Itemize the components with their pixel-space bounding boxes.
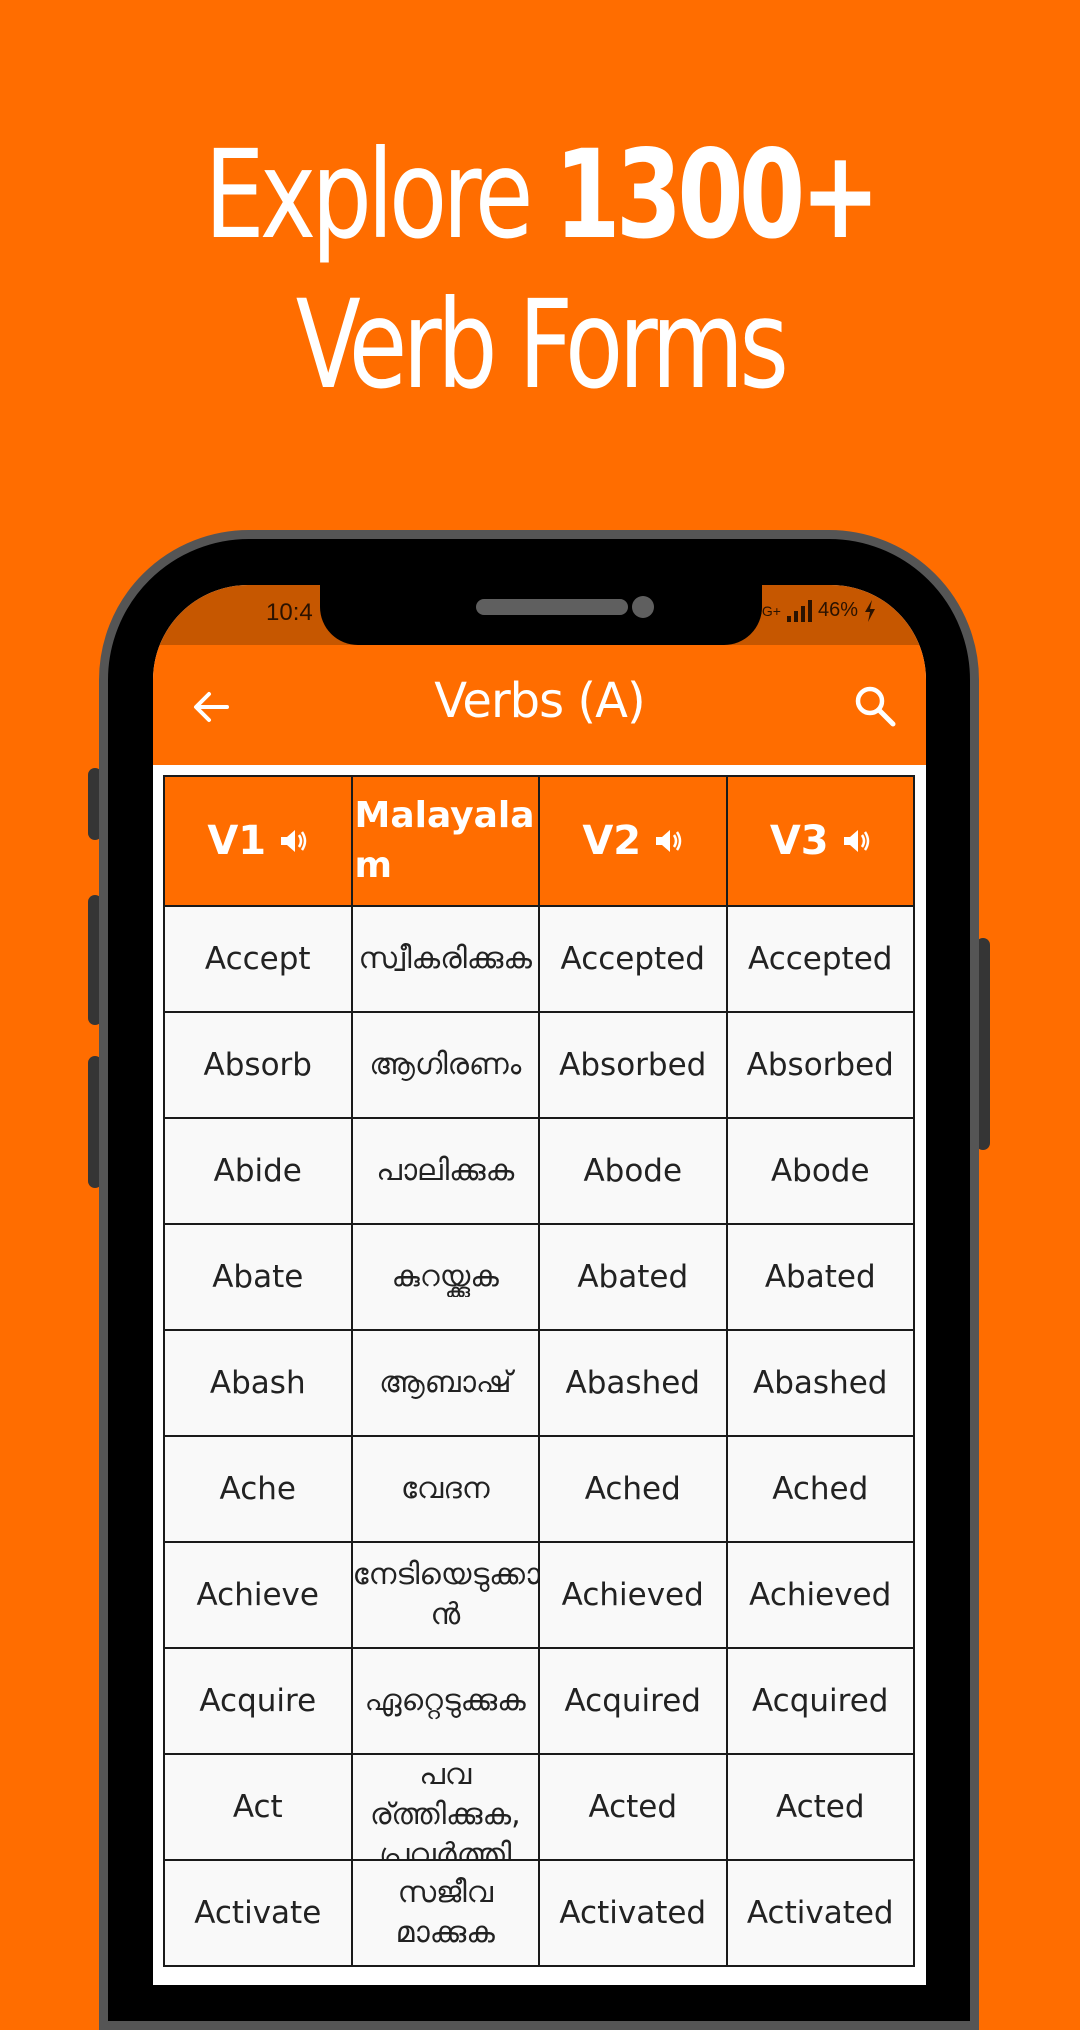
cell-malayalam[interactable]: വേദന xyxy=(350,1435,540,1543)
headline-count: 1300+ xyxy=(554,124,880,266)
table-row[interactable]: Act പവര്ത്തിക്കുക, പ്രവർത്തി Acted Acted xyxy=(163,1753,915,1861)
cell-v1[interactable]: Abash xyxy=(163,1329,353,1437)
headline-line-2: Verb Forms xyxy=(295,274,789,416)
cell-v2[interactable]: Acquired xyxy=(538,1647,728,1755)
table-row[interactable]: Activate സജീവമാക്കുക Activated Activated xyxy=(163,1859,915,1967)
earpiece-speaker xyxy=(476,599,628,615)
cell-v1[interactable]: Ache xyxy=(163,1435,353,1543)
cell-v2[interactable]: Achieved xyxy=(538,1541,728,1649)
search-icon[interactable] xyxy=(852,683,898,729)
header-v1[interactable]: V1 xyxy=(163,775,353,907)
cell-v2[interactable]: Accepted xyxy=(538,905,728,1013)
table-row[interactable]: Abash ആബാഷ് Abashed Abashed xyxy=(163,1329,915,1437)
cell-v3[interactable]: Activated xyxy=(725,1859,915,1967)
header-v3[interactable]: V3 xyxy=(725,775,915,907)
cell-v2[interactable]: Abated xyxy=(538,1223,728,1331)
cell-v3[interactable]: Acted xyxy=(725,1753,915,1861)
table-row[interactable]: Abate കുറയ്ക്കുക Abated Abated xyxy=(163,1223,915,1331)
cell-malayalam[interactable]: ആബാഷ് xyxy=(350,1329,540,1437)
phone-screen: 10:4 4G+ 46% Verbs (A) V1 Malayalam V2 V… xyxy=(153,585,926,1985)
cell-malayalam[interactable]: ആഗിരണം xyxy=(350,1011,540,1119)
cell-malayalam[interactable]: പവര്ത്തിക്കുക, പ്രവർത്തി xyxy=(350,1753,540,1861)
cell-v1[interactable]: Abate xyxy=(163,1223,353,1331)
speaker-icon[interactable] xyxy=(653,826,683,856)
cell-v1[interactable]: Activate xyxy=(163,1859,353,1967)
cell-v3[interactable]: Absorbed xyxy=(725,1011,915,1119)
header-v2[interactable]: V2 xyxy=(538,775,728,907)
table-header-row: V1 Malayalam V2 V3 xyxy=(163,775,915,907)
cell-malayalam[interactable]: സ്വീകരിക്കുക xyxy=(350,905,540,1013)
cell-v3[interactable]: Abated xyxy=(725,1223,915,1331)
table-row[interactable]: Absorb ആഗിരണം Absorbed Absorbed xyxy=(163,1011,915,1119)
cell-v3[interactable]: Achieved xyxy=(725,1541,915,1649)
cell-v3[interactable]: Accepted xyxy=(725,905,915,1013)
cell-v1[interactable]: Act xyxy=(163,1753,353,1861)
cell-v2[interactable]: Acted xyxy=(538,1753,728,1861)
charging-bolt-icon xyxy=(865,599,875,622)
phone-notch xyxy=(320,585,762,645)
cell-malayalam[interactable]: നേടിയെടുക്കാൻ xyxy=(350,1541,540,1649)
cell-v2[interactable]: Absorbed xyxy=(538,1011,728,1119)
promo-headline: Explore 1300+ Verb Forms xyxy=(119,120,961,420)
cell-v1[interactable]: Abide xyxy=(163,1117,353,1225)
headline-line-1: Explore 1300+ xyxy=(204,124,880,266)
app-bar: Verbs (A) xyxy=(153,645,926,765)
cell-v2[interactable]: Activated xyxy=(538,1859,728,1967)
table-row[interactable]: Ache വേദന Ached Ached xyxy=(163,1435,915,1543)
verb-table: V1 Malayalam V2 V3 Accept സ്വീകരിക്കുക Acc… xyxy=(163,775,915,1967)
battery-percent: 46% xyxy=(817,599,858,621)
speaker-icon[interactable] xyxy=(278,826,308,856)
cell-v2[interactable]: Abashed xyxy=(538,1329,728,1437)
cell-malayalam[interactable]: ഏറ്റെടുക്കുക xyxy=(350,1647,540,1755)
cell-v1[interactable]: Acquire xyxy=(163,1647,353,1755)
cell-v3[interactable]: Ached xyxy=(725,1435,915,1543)
front-camera xyxy=(632,596,654,618)
cell-v1[interactable]: Accept xyxy=(163,905,353,1013)
header-malayalam: Malayalam xyxy=(350,775,540,907)
table-row[interactable]: Accept സ്വീകരിക്കുക Accepted Accepted xyxy=(163,905,915,1013)
cell-v3[interactable]: Abashed xyxy=(725,1329,915,1437)
table-row[interactable]: Achieve നേടിയെടുക്കാൻ Achieved Achieved xyxy=(163,1541,915,1649)
cell-v2[interactable]: Abode xyxy=(538,1117,728,1225)
cell-v3[interactable]: Abode xyxy=(725,1117,915,1225)
cell-v3[interactable]: Acquired xyxy=(725,1647,915,1755)
status-icons: 4G+ 46% xyxy=(754,599,876,622)
cell-malayalam[interactable]: കുറയ്ക്കുക xyxy=(350,1223,540,1331)
table-row[interactable]: Abide പാലിക്കുക Abode Abode xyxy=(163,1117,915,1225)
cell-v1[interactable]: Achieve xyxy=(163,1541,353,1649)
cell-v2[interactable]: Ached xyxy=(538,1435,728,1543)
speaker-icon[interactable] xyxy=(841,826,871,856)
status-time: 10:4 xyxy=(266,599,313,626)
table-row[interactable]: Acquire ഏറ്റെടുക്കുക Acquired Acquired xyxy=(163,1647,915,1755)
signal-strength-icon xyxy=(786,599,812,622)
page-title: Verbs (A) xyxy=(434,673,645,729)
cell-v1[interactable]: Absorb xyxy=(163,1011,353,1119)
cell-malayalam[interactable]: സജീവമാക്കുക xyxy=(350,1859,540,1967)
cell-malayalam[interactable]: പാലിക്കുക xyxy=(350,1117,540,1225)
